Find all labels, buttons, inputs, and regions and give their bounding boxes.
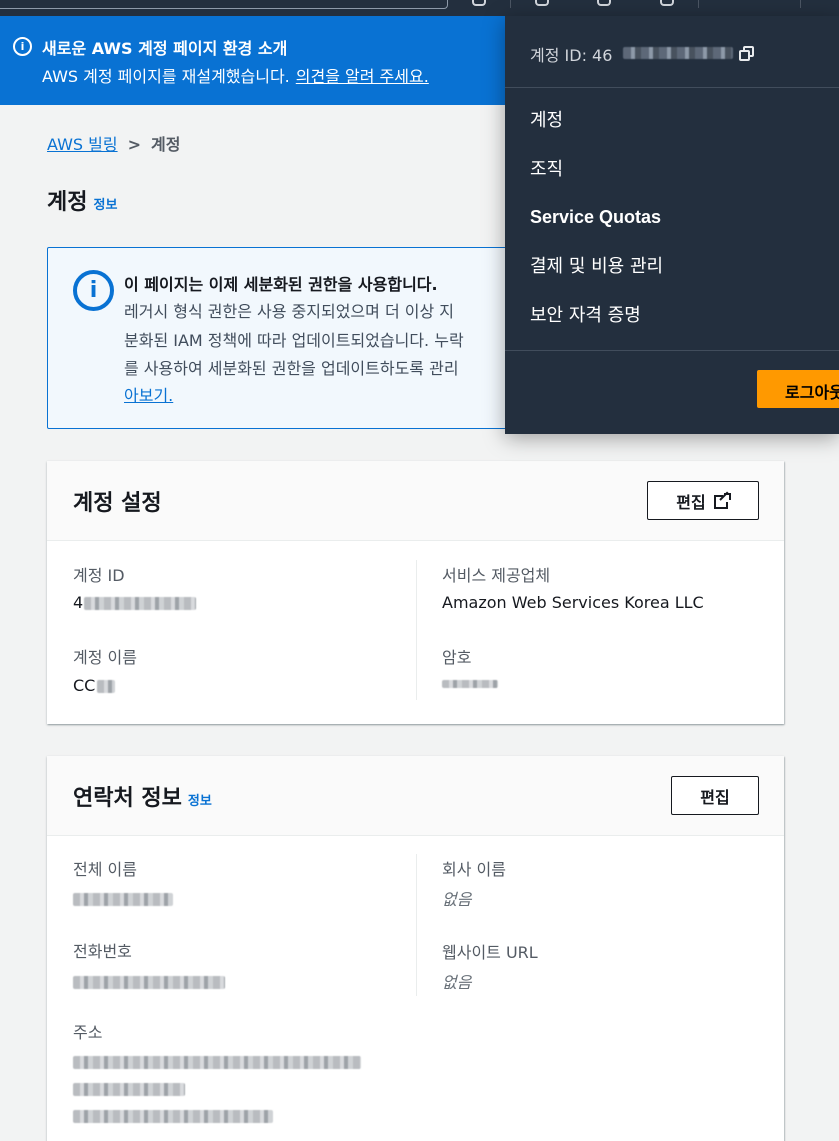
alert-line: 를 사용하여 세분화된 권한을 업데이트하도록 관리 <box>124 359 459 378</box>
website-label: 웹사이트 URL <box>442 943 538 962</box>
menu-item-account[interactable]: 계정 <box>530 106 563 132</box>
nav-divider <box>800 0 801 8</box>
account-id-value: 4 <box>73 593 84 612</box>
full-name-label: 전체 이름 <box>73 860 137 879</box>
alert-line: 분화된 IAM 정책에 따라 업데이트되었습니다. 누락 <box>124 331 464 350</box>
phone-label: 전화번호 <box>73 942 132 961</box>
redacted-account-name <box>97 680 115 693</box>
help-icon[interactable] <box>597 0 611 6</box>
account-id-label: 계정 ID <box>73 566 125 585</box>
notifications-icon[interactable] <box>535 0 549 6</box>
breadcrumb-current: 계정 <box>150 135 181 154</box>
column-divider <box>416 560 417 700</box>
info-circle-icon: i <box>73 270 114 311</box>
copy-icon[interactable] <box>739 46 755 62</box>
menu-item-organization[interactable]: 조직 <box>530 155 563 181</box>
company-value: 없음 <box>442 890 472 909</box>
password-label: 암호 <box>442 648 472 667</box>
top-navigation-bar <box>0 0 839 16</box>
contact-info-container: 연락처 정보 정보 편집 전체 이름 전화번호 주소 회사 이름 없음 웹사이트 … <box>47 756 784 1141</box>
edit-contact-button[interactable]: 편집 <box>671 776 759 815</box>
account-id-display: 계정 ID: 46 <box>530 42 612 66</box>
provider-label: 서비스 제공업체 <box>442 566 551 585</box>
provider-value: Amazon Web Services Korea LLC <box>442 593 704 612</box>
edit-label: 편집 <box>700 789 730 807</box>
search-box[interactable] <box>0 0 448 9</box>
page-title-text: 계정 <box>47 190 88 215</box>
company-label: 회사 이름 <box>442 860 506 879</box>
contact-info-link[interactable]: 정보 <box>188 794 212 809</box>
menu-divider <box>505 350 839 351</box>
banner-message: AWS 계정 페이지를 재설계했습니다. <box>42 67 290 86</box>
column-divider <box>416 854 417 996</box>
info-link[interactable]: 정보 <box>93 198 117 213</box>
menu-item-billing[interactable]: 결제 및 비용 관리 <box>530 252 663 278</box>
learn-more-link[interactable]: 아보기. <box>124 386 173 405</box>
alert-title: 이 페이지는 이제 세분화된 권한을 사용합니다. <box>124 275 438 294</box>
banner-title: 새로운 AWS 계정 페이지 환경 소개 <box>42 39 288 58</box>
page-title: 계정 정보 <box>47 184 117 216</box>
account-settings-container: 계정 설정 편집 계정 ID 4 계정 이름 CC 서비스 제공업체 Amazo… <box>47 461 784 724</box>
redacted-phone <box>73 976 225 989</box>
redacted-account-id <box>84 597 196 610</box>
menu-divider <box>505 87 839 88</box>
nav-divider <box>510 0 511 8</box>
account-settings-header: 계정 설정 편집 <box>47 461 784 541</box>
cloudshell-icon[interactable] <box>472 0 486 6</box>
edit-label: 편집 <box>676 494 706 512</box>
account-name-value: CC <box>73 676 96 695</box>
feedback-link[interactable]: 의견을 알려 주세요. <box>296 67 429 86</box>
banner-text: AWS 계정 페이지를 재설계했습니다. 의견을 알려 주세요. <box>42 63 429 87</box>
menu-item-service-quotas[interactable]: Service Quotas <box>530 207 661 228</box>
breadcrumb-billing-link[interactable]: AWS 빌링 <box>47 135 118 154</box>
sign-out-button[interactable]: 로그아웃 <box>757 370 839 408</box>
website-value: 없음 <box>442 973 472 992</box>
external-link-icon <box>713 491 731 509</box>
account-id-text: 계정 ID: 46 <box>530 46 613 65</box>
chevron-right-icon: > <box>127 135 141 154</box>
info-icon: i <box>13 37 32 56</box>
redacted-address-line <box>73 1056 361 1069</box>
redacted-full-name <box>73 893 173 906</box>
account-name-label: 계정 이름 <box>73 648 137 667</box>
redacted-address-line <box>73 1083 185 1096</box>
redacted-password <box>442 680 498 688</box>
nav-divider <box>698 0 699 8</box>
settings-icon[interactable] <box>660 0 674 6</box>
contact-info-title: 연락처 정보 정보 <box>73 780 212 812</box>
redacted-account-id <box>623 47 733 59</box>
menu-item-security-credentials[interactable]: 보안 자격 증명 <box>530 301 641 327</box>
alert-line: 레거시 형식 권한은 사용 중지되었으며 더 이상 지 <box>124 302 455 321</box>
account-dropdown-menu: 계정 ID: 46 계정 조직 Service Quotas 결제 및 비용 관… <box>505 16 839 434</box>
breadcrumb: AWS 빌링 > 계정 <box>47 131 180 155</box>
address-label: 주소 <box>73 1023 103 1042</box>
edit-account-settings-button[interactable]: 편집 <box>647 481 759 520</box>
redacted-address-line <box>73 1110 273 1123</box>
account-settings-title: 계정 설정 <box>73 491 162 516</box>
contact-info-title-text: 연락처 정보 <box>73 786 182 811</box>
contact-info-header: 연락처 정보 정보 편집 <box>47 756 784 836</box>
